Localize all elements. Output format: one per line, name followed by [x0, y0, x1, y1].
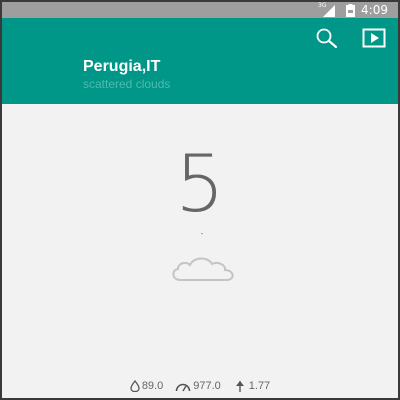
pressure-gauge-icon — [175, 383, 191, 391]
play-button[interactable] — [361, 26, 387, 50]
signal-icon: 3G — [318, 2, 340, 17]
app-frame: 3G 4:09 Perugia,IT scattered clouds 5 - … — [0, 0, 400, 400]
humidity-stat: 89.0 — [130, 380, 163, 392]
pressure-stat: 977.0 — [175, 380, 221, 392]
humidity-value: 89.0 — [141, 380, 164, 392]
weather-main: 5 - 89.0 977.0 1.77 — [2, 104, 398, 398]
play-icon — [362, 28, 386, 48]
status-time: 4:09 — [361, 3, 388, 17]
humidity-icon — [130, 380, 140, 392]
wind-arrow-icon — [235, 381, 244, 392]
app-bar: Perugia,IT scattered clouds — [2, 18, 398, 104]
city-name: Perugia,IT — [83, 58, 161, 75]
temperature-value: 5 — [175, 140, 225, 230]
status-bar: 3G 4:09 — [2, 2, 398, 18]
cloud-icon — [172, 257, 234, 281]
status-bar-right: 3G 4:09 — [318, 2, 388, 17]
battery-icon — [346, 3, 356, 17]
search-button[interactable] — [314, 26, 340, 50]
temperature-unit: - — [200, 229, 204, 238]
wind-stat: 1.77 — [233, 380, 270, 392]
search-icon — [316, 28, 338, 49]
pressure-value: 977.0 — [193, 380, 221, 392]
weather-description: scattered clouds — [83, 77, 171, 91]
weather-stats: 89.0 977.0 1.77 — [2, 378, 398, 394]
wind-value: 1.77 — [248, 380, 271, 392]
